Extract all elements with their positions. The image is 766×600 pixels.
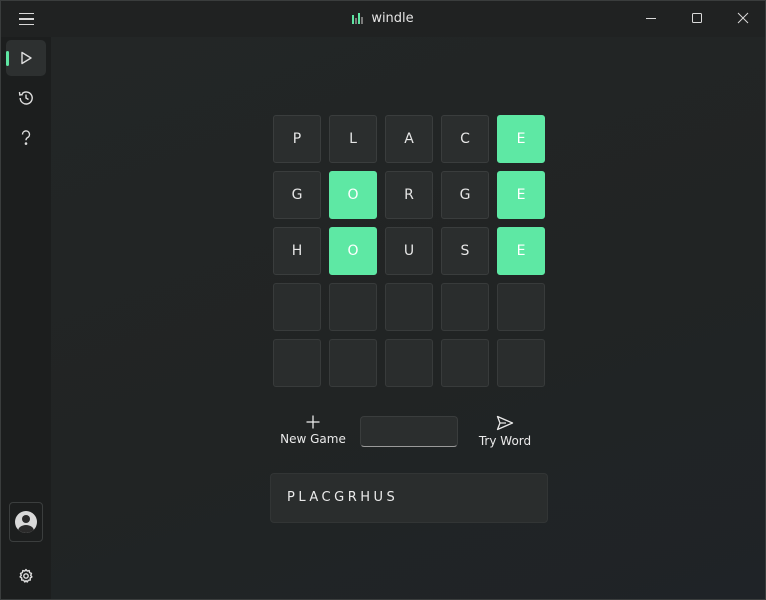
letter-tile: O [329,171,377,219]
letter-tile: S [441,227,489,275]
minimize-button[interactable] [628,1,674,35]
title-bar: windle [1,1,765,37]
letter-tile: A [385,115,433,163]
account-button[interactable] [9,502,43,542]
active-indicator [6,51,9,66]
history-icon [18,91,33,105]
empty-tile [441,339,489,387]
used-letters: PLACGRHUS [287,490,399,505]
try-word-button[interactable]: Try Word [469,415,541,455]
used-letters-panel: PLACGRHUS [270,473,548,523]
send-icon [496,415,514,431]
letter-tile: P [273,115,321,163]
app-title-text: windle [371,11,414,26]
letter-tile: R [385,171,433,219]
empty-tile [329,283,377,331]
minimize-icon [646,18,656,19]
letter-tile: L [329,115,377,163]
plus-icon [306,415,320,429]
letter-tile: C [441,115,489,163]
close-button[interactable] [720,1,765,35]
new-game-label: New Game [280,432,346,446]
empty-tile [385,283,433,331]
empty-tile [385,339,433,387]
empty-tile [273,339,321,387]
letter-tile: U [385,227,433,275]
letter-tile: E [497,115,545,163]
letter-tile: G [441,171,489,219]
empty-tile [273,283,321,331]
settings-button[interactable] [6,558,46,594]
empty-tile [329,339,377,387]
sidebar-item-history[interactable] [6,80,46,116]
sidebar [1,37,51,599]
letter-tile: H [273,227,321,275]
letter-tile: E [497,171,545,219]
sidebar-item-play[interactable] [6,40,46,76]
letter-tile: G [273,171,321,219]
empty-tile [441,283,489,331]
try-word-label: Try Word [478,434,532,448]
question-icon [21,130,31,145]
maximize-icon [692,13,702,23]
maximize-button[interactable] [674,1,720,35]
bar-chart-logo-icon [352,12,364,24]
empty-tile [497,339,545,387]
word-input[interactable] [360,416,458,447]
gear-icon [19,568,33,583]
empty-tile [497,283,545,331]
close-icon [737,12,749,24]
avatar [15,511,37,533]
letter-tile: E [497,227,545,275]
sidebar-item-help[interactable] [6,120,46,156]
new-game-button[interactable]: New Game [277,415,349,455]
game-area: PLACEGORGEHOUSE New Game Try Word PLACGR… [51,37,765,599]
play-icon [21,51,32,65]
app-window: windle P L A C E G O R G E H O U S E New… [0,0,766,600]
letter-tile: O [329,227,377,275]
